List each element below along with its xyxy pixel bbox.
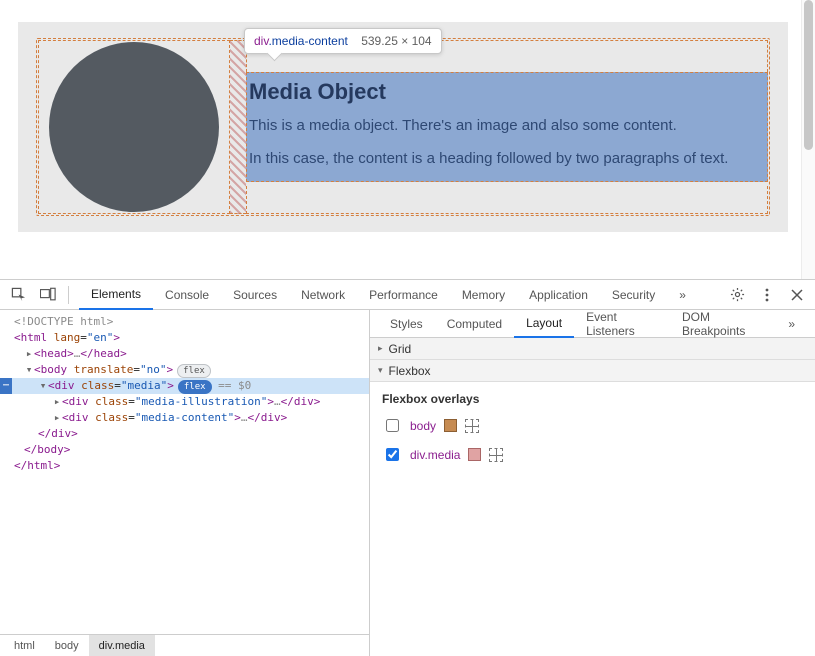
dom-breadcrumb: html body div.media [0, 634, 369, 656]
elements-dom-panel[interactable]: <!DOCTYPE html> <html lang="en"> ▸<head>… [0, 310, 370, 656]
tab-sources[interactable]: Sources [221, 280, 289, 310]
close-devtools-icon[interactable] [787, 285, 807, 305]
crumb-html[interactable]: html [4, 635, 45, 656]
overlay-row-div-media: div.media [382, 445, 803, 464]
chevron-right-icon: ▸ [378, 343, 383, 354]
layout-body: Flexbox overlays body div.media [370, 382, 815, 484]
flex-item-bottom-outline [246, 186, 768, 214]
dom-media-content[interactable]: ▸<div class="media-content">…</div> [14, 410, 363, 426]
placeholder-circle [49, 42, 219, 212]
media-illustration-box [38, 40, 230, 214]
preview-scrollbar[interactable] [801, 0, 815, 279]
dom-selected-suffix: == $0 [212, 379, 252, 392]
overlay-color-swatch-div-media[interactable] [468, 448, 481, 461]
rtab-layout[interactable]: Layout [514, 310, 574, 338]
crumb-body[interactable]: body [45, 635, 89, 656]
tab-application[interactable]: Application [517, 280, 600, 310]
page-preview: Media Object This is a media object. The… [0, 0, 815, 280]
dom-media-illustration[interactable]: ▸<div class="media-illustration">…</div> [14, 394, 363, 410]
dom-media-close[interactable]: </div> [14, 426, 363, 442]
devtools: Elements Console Sources Network Perform… [0, 280, 815, 656]
tab-security[interactable]: Security [600, 280, 667, 310]
flex-gap-hatch-overlay [230, 40, 246, 214]
media-content-highlight: Media Object This is a media object. The… [246, 72, 768, 182]
tooltip-tag: div [254, 34, 268, 48]
tab-network[interactable]: Network [289, 280, 357, 310]
tab-performance[interactable]: Performance [357, 280, 450, 310]
overlay-color-swatch-body[interactable] [444, 419, 457, 432]
rtab-more[interactable]: » [776, 310, 807, 338]
inspect-element-icon[interactable] [8, 285, 28, 305]
dom-html-close[interactable]: </html> [14, 458, 363, 474]
chevron-down-icon: ▾ [378, 365, 383, 376]
tab-memory[interactable]: Memory [450, 280, 517, 310]
overlay-name-body[interactable]: body [410, 419, 436, 433]
tab-console[interactable]: Console [153, 280, 221, 310]
dom-html-open[interactable]: <html lang="en"> [14, 330, 363, 346]
layout-section-grid[interactable]: ▸ Grid [370, 338, 815, 360]
dom-body-close[interactable]: </body> [14, 442, 363, 458]
dom-head[interactable]: ▸<head>…</head> [14, 346, 363, 362]
overlay-preview-icon[interactable] [489, 448, 503, 462]
layout-section-flexbox[interactable]: ▾ Flexbox [370, 360, 815, 382]
right-tabs: Styles Computed Layout Event Listeners D… [370, 310, 815, 338]
device-toolbar-icon[interactable] [38, 285, 58, 305]
devtools-tabs: Elements Console Sources Network Perform… [79, 280, 717, 310]
overlay-preview-icon[interactable] [465, 419, 479, 433]
rtab-computed[interactable]: Computed [435, 310, 514, 338]
settings-gear-icon[interactable] [727, 285, 747, 305]
right-sidebar: Styles Computed Layout Event Listeners D… [370, 310, 815, 656]
inspect-tooltip: div.media-content 539.25 × 104 [244, 28, 442, 54]
media-paragraph-1: This is a media object. There's an image… [249, 117, 757, 136]
dom-doctype[interactable]: <!DOCTYPE html> [14, 314, 363, 330]
overlay-name-div-media[interactable]: div.media [410, 448, 460, 462]
overlay-row-body: body [382, 416, 803, 435]
crumb-div-media[interactable]: div.media [89, 635, 155, 656]
overlay-checkbox-div-media[interactable] [386, 448, 399, 461]
tooltip-dims: 539.25 × 104 [361, 34, 431, 48]
kebab-menu-icon[interactable] [757, 285, 777, 305]
flex-badge-body[interactable]: flex [177, 364, 211, 378]
media-heading: Media Object [249, 79, 757, 105]
preview-scrollbar-thumb[interactable] [804, 0, 813, 150]
flex-overlays-subhead: Flexbox overlays [382, 392, 803, 406]
dom-body-open[interactable]: ▾<body translate="no">flex [14, 362, 363, 378]
tooltip-class: .media-content [268, 34, 347, 48]
media-paragraph-2: In this case, the content is a heading f… [249, 150, 757, 169]
flex-badge-media[interactable]: flex [178, 380, 212, 394]
flex-section-label: Flexbox [389, 364, 431, 378]
rtab-event[interactable]: Event Listeners [574, 310, 670, 338]
tab-elements[interactable]: Elements [79, 280, 153, 310]
tab-more[interactable]: » [667, 280, 698, 310]
devtools-toolbar: Elements Console Sources Network Perform… [0, 280, 815, 310]
dom-selected-media[interactable]: ▾<div class="media">flex == $0 [0, 378, 369, 394]
rtab-styles[interactable]: Styles [378, 310, 435, 338]
rtab-dom-bp[interactable]: DOM Breakpoints [670, 310, 776, 338]
grid-section-label: Grid [389, 342, 412, 356]
overlay-checkbox-body[interactable] [386, 419, 399, 432]
